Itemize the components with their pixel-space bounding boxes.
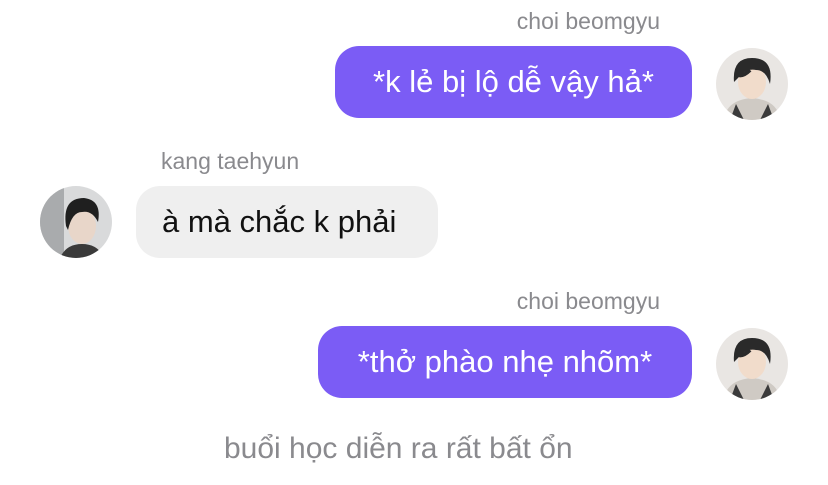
- message-bubble[interactable]: *thở phào nhẹ nhõm*: [318, 326, 692, 398]
- message-bubble[interactable]: *k lẻ bị lộ dễ vậy hả*: [335, 46, 692, 118]
- chat-thread: choi beomgyu *k lẻ bị lộ dễ vậy hả* kang…: [0, 0, 828, 485]
- avatar-photo-icon: [716, 328, 788, 400]
- avatar-photo-icon: [716, 48, 788, 120]
- sender-name: choi beomgyu: [516, 288, 660, 314]
- narration-text: buổi học diễn ra rất bất ổn: [224, 432, 573, 465]
- sender-name: kang taehyun: [161, 148, 300, 174]
- sender-name: choi beomgyu: [516, 8, 660, 34]
- beomgyu-avatar[interactable]: [716, 328, 788, 400]
- taehyun-avatar[interactable]: [40, 186, 112, 258]
- message-bubble[interactable]: à mà chắc k phải: [136, 186, 438, 258]
- avatar-photo-icon: [40, 186, 112, 258]
- beomgyu-avatar[interactable]: [716, 48, 788, 120]
